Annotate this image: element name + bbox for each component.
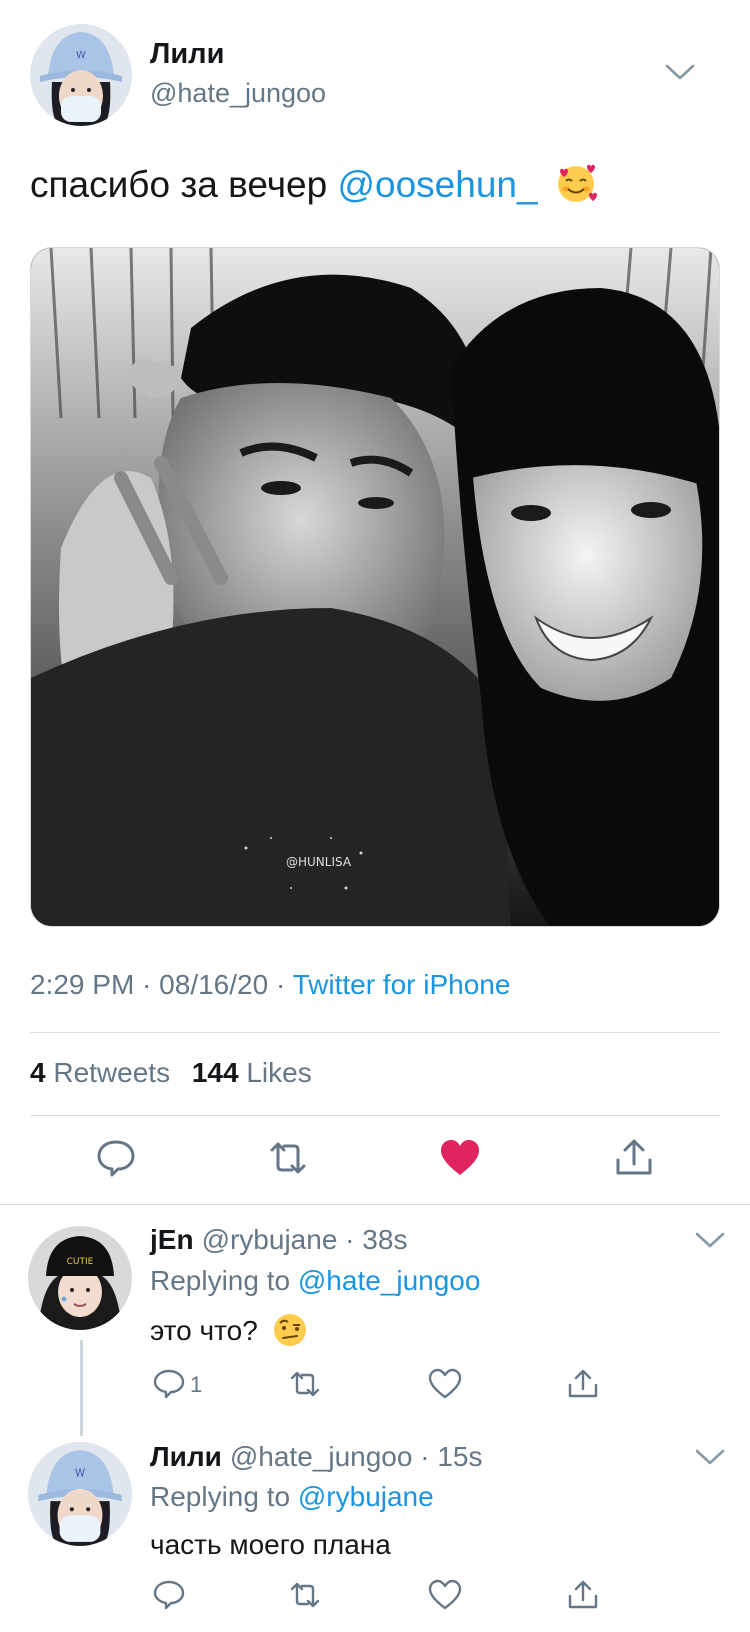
share-icon[interactable] (566, 1578, 600, 1612)
tweet-text: спасибо за вечер @oosehun_ (30, 160, 598, 210)
author-handle[interactable]: @hate_jungoo (150, 78, 326, 109)
reply-2-text: часть моего плана (150, 1529, 391, 1560)
tweet-source[interactable]: Twitter for iPhone (293, 969, 511, 1000)
svg-text:W: W (75, 1469, 85, 1480)
reply-2-author-name[interactable]: Лили (150, 1441, 222, 1472)
tweet-mention[interactable]: @oosehun_ (337, 164, 537, 205)
main-tweet: W Лили @hate_jungoo спасибо за вечер @oo… (0, 0, 750, 1205)
tweet-photo[interactable]: @HUNLISA (30, 247, 720, 927)
svg-text:CUTIE: CUTIE (67, 1257, 94, 1267)
retweet-icon[interactable] (288, 1367, 322, 1401)
smiling-face-with-hearts-icon (557, 164, 597, 202)
tweet-stats: 4 Retweets 144 Likes (30, 1057, 326, 1089)
retweet-icon[interactable] (288, 1578, 322, 1612)
reply-1-replying-to: Replying to @hate_jungoo (150, 1265, 481, 1296)
share-icon[interactable] (566, 1367, 600, 1401)
reply-1-header: jEn @rybujane · 38s (150, 1224, 408, 1255)
reply-2-replying-to-handle[interactable]: @rybujane (298, 1481, 434, 1512)
reply-icon[interactable] (94, 1136, 138, 1180)
share-icon[interactable] (612, 1136, 656, 1180)
chevron-down-icon[interactable] (694, 1230, 726, 1250)
reply-2-header: Лили @hate_jungoo · 15s (150, 1441, 483, 1472)
photo-image: @HUNLISA (31, 248, 719, 926)
like-icon[interactable] (428, 1367, 462, 1401)
likes-label[interactable]: Likes (246, 1057, 311, 1088)
reply-icon[interactable] (152, 1367, 186, 1401)
reply-1-author-handle[interactable]: @rybujane (202, 1224, 338, 1255)
photo-watermark: @HUNLISA (286, 855, 352, 869)
thread-connector-line (80, 1340, 83, 1436)
author-avatar[interactable]: W (30, 24, 132, 126)
likes-count[interactable]: 144 (192, 1057, 239, 1088)
reply-2-avatar[interactable]: W (28, 1442, 132, 1546)
retweets-label[interactable]: Retweets (53, 1057, 170, 1088)
tweet-body: спасибо за вечер (30, 164, 338, 205)
reply-2-replying-to: Replying to @rybujane (150, 1481, 434, 1512)
face-with-raised-eyebrow-icon (273, 1314, 306, 1346)
reply-2-author-handle[interactable]: @hate_jungoo (230, 1441, 413, 1472)
reply-1-avatar[interactable]: CUTIE (28, 1226, 132, 1330)
retweet-icon[interactable] (266, 1136, 310, 1180)
retweets-count[interactable]: 4 (30, 1057, 46, 1088)
reply-1-reply-count: 1 (190, 1372, 203, 1397)
divider (30, 1115, 720, 1116)
like-icon[interactable] (428, 1578, 462, 1612)
like-heart-filled-icon[interactable] (438, 1136, 482, 1180)
tweet-time: 2:29 PM (30, 969, 135, 1000)
tweet-meta: 2:29 PM · 08/16/20 · Twitter for iPhone (30, 969, 511, 1000)
reply-2-age: 15s (437, 1441, 483, 1472)
divider (30, 1032, 720, 1033)
reply-icon[interactable] (152, 1578, 186, 1612)
tweet-date: 08/16/20 (159, 969, 269, 1000)
svg-text:W: W (76, 50, 86, 61)
reply-1-author-name[interactable]: jEn (150, 1224, 194, 1255)
reply-1-text: это что? (150, 1312, 308, 1348)
reply-1-age: 38s (362, 1224, 408, 1255)
divider (0, 1204, 750, 1205)
reply-1-replying-to-handle[interactable]: @hate_jungoo (298, 1265, 481, 1296)
author-name[interactable]: Лили (150, 38, 224, 71)
chevron-down-icon[interactable] (694, 1447, 726, 1467)
chevron-down-icon[interactable] (664, 62, 696, 82)
